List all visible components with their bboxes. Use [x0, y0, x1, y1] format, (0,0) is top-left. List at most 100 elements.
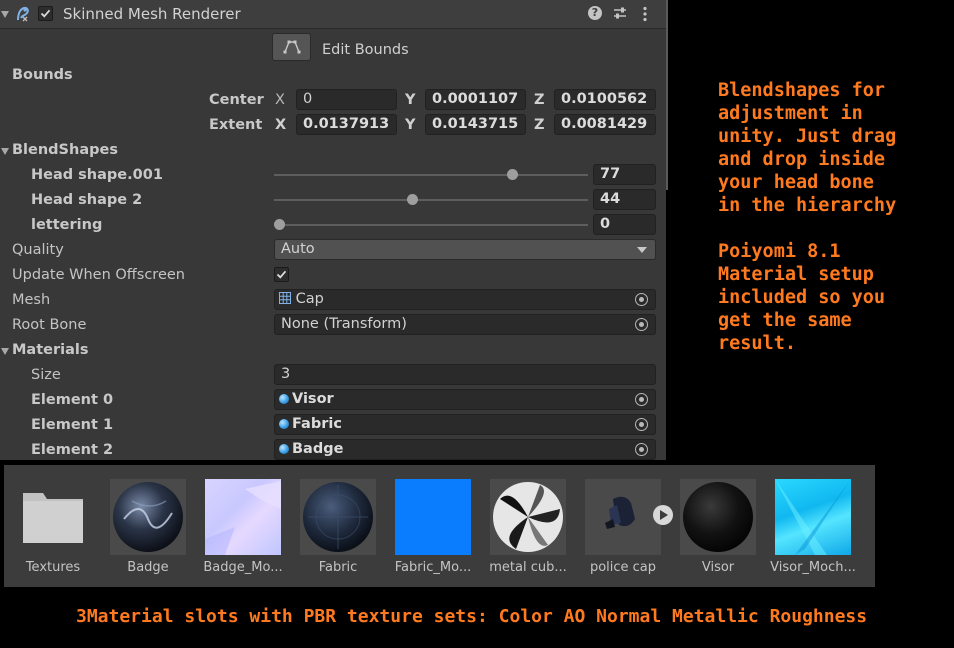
project-assets-panel: Textures Badge Badge_Mo... Fabric Fabric… [4, 465, 875, 587]
component-title: Skinned Mesh Renderer [63, 5, 241, 23]
texture-thumbnail [205, 479, 281, 555]
asset-item[interactable]: police cap [585, 479, 673, 579]
caption-text: 3Material slots with PBR texture sets: C… [76, 606, 868, 627]
texture-thumbnail [395, 479, 471, 555]
blendshape-slider[interactable] [274, 199, 588, 201]
inspector-scrollbar[interactable] [666, 0, 668, 190]
material-element-label: Element 1 [31, 417, 114, 433]
annotation-blendshapes: Blendshapes for adjustment in unity. Jus… [718, 80, 897, 216]
quality-value: Auto [281, 241, 315, 257]
asset-item[interactable]: Fabric_Mo... [395, 479, 471, 579]
center-x-axis-label: X [275, 92, 285, 108]
material-sphere-icon [279, 419, 289, 429]
edit-bounds-label: Edit Bounds [322, 42, 409, 58]
asset-name: Visor [701, 560, 735, 575]
object-picker-icon[interactable] [635, 393, 648, 406]
blendshape-name: Head shape.001 [31, 167, 163, 183]
asset-name: Visor_Moch... [770, 560, 856, 575]
material-element-value: Visor [292, 391, 334, 407]
materials-foldout[interactable]: Materials [0, 338, 666, 363]
material-sphere-icon [279, 394, 289, 404]
edit-bounds-button[interactable] [272, 33, 311, 61]
update-offscreen-checkbox[interactable] [274, 267, 289, 282]
root-bone-field[interactable]: None (Transform) [274, 314, 656, 335]
asset-item[interactable]: Textures [15, 479, 91, 579]
asset-item[interactable]: Badge_Mo... [203, 479, 283, 579]
dropdown-arrow-icon [637, 247, 647, 253]
update-offscreen-label: Update When Offscreen [12, 267, 185, 283]
materials-size-field[interactable]: 3 [274, 364, 656, 385]
mesh-label: Mesh [12, 292, 51, 308]
help-icon[interactable]: ? [588, 6, 602, 20]
center-y-field[interactable]: 0.0001107 [425, 89, 526, 110]
slider-thumb[interactable] [407, 194, 419, 205]
blendshape-slider[interactable] [274, 224, 588, 226]
extent-z-axis-label: Z [534, 117, 545, 133]
inspector-panel: Skinned Mesh Renderer ? Edit Bounds Boun… [0, 0, 666, 460]
extent-y-axis-label: Y [405, 117, 416, 133]
asset-item[interactable]: Badge [110, 479, 186, 579]
foldout-arrow-icon[interactable] [1, 148, 9, 155]
materials-size-label: Size [31, 367, 61, 383]
root-bone-label: Root Bone [12, 317, 87, 333]
material-element-field[interactable]: Badge [274, 439, 656, 460]
material-sphere-icon [300, 479, 376, 555]
quality-dropdown[interactable]: Auto [274, 239, 656, 260]
material-element-field[interactable]: Visor [274, 389, 656, 410]
blendshape-name: Head shape 2 [31, 192, 143, 208]
slider-thumb[interactable] [274, 219, 285, 230]
blendshape-row: Head shape.001 77 [0, 163, 666, 188]
asset-item[interactable]: Visor_Moch... [770, 479, 856, 579]
blendshape-value-field[interactable]: 44 [593, 189, 656, 210]
texture-thumbnail [775, 479, 851, 555]
asset-item[interactable]: metal cub... [489, 479, 567, 579]
bounds-label: Bounds [12, 67, 73, 83]
extent-y-field[interactable]: 0.0143715 [425, 114, 526, 135]
blendshape-value-field[interactable]: 0 [593, 214, 656, 235]
asset-name: Fabric [318, 560, 358, 575]
mesh-value: Cap [295, 291, 324, 307]
material-element-label: Element 2 [31, 442, 114, 458]
object-picker-icon[interactable] [635, 293, 648, 306]
blendshape-name: lettering [31, 217, 103, 233]
material-element-label: Element 0 [31, 392, 114, 408]
blendshapes-foldout[interactable]: BlendShapes [0, 138, 666, 163]
blendshape-row: lettering 0 [0, 213, 666, 238]
presets-icon[interactable] [612, 5, 628, 25]
blendshape-row: Head shape 2 44 [0, 188, 666, 213]
asset-name: Fabric_Mo... [394, 560, 472, 575]
foldout-arrow-icon[interactable] [1, 348, 9, 355]
blendshapes-label: BlendShapes [12, 142, 118, 158]
model-thumbnail [585, 479, 661, 555]
materials-label: Materials [12, 342, 89, 358]
asset-name: Badge_Mo... [203, 560, 283, 575]
center-x-field[interactable]: 0 [296, 89, 397, 110]
material-element-value: Badge [292, 441, 344, 457]
quality-label: Quality [12, 242, 64, 258]
asset-name: police cap [589, 560, 657, 575]
blendshape-slider[interactable] [274, 174, 588, 176]
component-enabled-checkbox[interactable] [38, 6, 53, 21]
extent-z-field[interactable]: 0.0081429 [554, 114, 656, 135]
material-element-field[interactable]: Fabric [274, 414, 656, 435]
mesh-field[interactable]: Cap [274, 289, 656, 310]
material-sphere-icon [110, 479, 186, 555]
component-header[interactable]: Skinned Mesh Renderer ? [0, 0, 666, 29]
asset-name: Badge [127, 560, 169, 575]
expand-play-icon[interactable] [653, 505, 673, 525]
extent-label: Extent [209, 117, 263, 133]
object-picker-icon[interactable] [635, 443, 648, 456]
extent-x-field[interactable]: 0.0137913 [296, 114, 397, 135]
blendshape-value-field[interactable]: 77 [593, 164, 656, 185]
cubemap-thumbnail [490, 479, 566, 555]
asset-name: Textures [25, 560, 81, 575]
kebab-menu-icon[interactable] [643, 6, 647, 26]
asset-item[interactable]: Fabric [300, 479, 376, 579]
object-picker-icon[interactable] [635, 318, 648, 331]
edit-bounds-icon [283, 40, 301, 54]
object-picker-icon[interactable] [635, 418, 648, 431]
center-z-field[interactable]: 0.0100562 [554, 89, 656, 110]
slider-thumb[interactable] [507, 169, 519, 180]
foldout-arrow-icon[interactable] [1, 11, 9, 18]
asset-item[interactable]: Visor [680, 479, 756, 579]
